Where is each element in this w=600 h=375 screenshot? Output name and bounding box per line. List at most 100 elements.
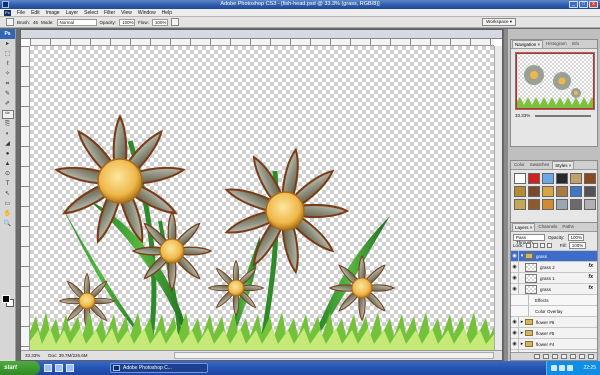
delete-layer-icon[interactable] [588,354,594,359]
menu-file[interactable]: File [17,10,25,16]
layer-row[interactable]: ◉ ▸ flower #6 [511,316,597,327]
image-canvas[interactable] [30,46,494,350]
tab-info[interactable]: Info [570,40,582,48]
lock-position-icon[interactable] [539,243,545,248]
tray-security-icon[interactable] [567,365,573,371]
menu-view[interactable]: View [121,10,132,16]
flow-field[interactable]: 100% [151,18,168,26]
layer-row[interactable]: ◉ ▸ flower #5 [511,327,597,338]
tab-swatches[interactable]: Swatches [528,161,552,169]
style-swatch[interactable] [584,186,596,197]
horizontal-ruler[interactable] [30,39,494,46]
minimize-button[interactable]: _ [569,1,578,8]
blend-mode-select[interactable]: Pass Through [513,234,545,245]
lasso-tool-icon[interactable]: ℓ [2,60,14,69]
style-swatch[interactable] [584,173,596,184]
quick-launch-desktop-icon[interactable] [44,364,52,372]
navigator-zoom-slider[interactable] [535,115,591,117]
gradient-tool-icon[interactable]: ● [2,150,14,159]
vertical-scrollbar[interactable] [494,46,502,350]
layer-row[interactable]: Effects [511,294,597,305]
airbrush-icon[interactable] [170,18,179,26]
visibility-eye-icon[interactable]: ◉ [511,284,519,294]
layer-fx-badge[interactable]: fx [589,274,593,280]
foreground-color-swatch[interactable] [2,295,10,303]
brush-tool-icon[interactable]: ✑ [1,110,14,119]
lock-transparency-icon[interactable] [525,243,531,248]
style-swatch[interactable] [528,199,540,210]
visibility-eye-icon[interactable] [521,295,529,305]
marquee-tool-icon[interactable]: ⬚ [2,50,14,59]
start-button[interactable]: start [0,361,40,375]
zoom-level[interactable]: 33.33% [25,353,40,358]
history-brush-tool-icon[interactable]: ◐ [2,130,14,139]
document-size[interactable]: Doc: 39.7M/226.6M [48,353,87,358]
layer-fx-badge[interactable]: fx [589,263,593,269]
style-swatch[interactable] [514,186,526,197]
navigator-zoom-value[interactable]: 33.33% [515,113,530,118]
blur-tool-icon[interactable]: ▲ [2,160,14,169]
horizontal-scrollbar[interactable] [174,352,494,359]
tab-histogram[interactable]: Histogram [544,40,569,48]
tray-volume-icon[interactable] [559,365,565,371]
visibility-eye-icon[interactable]: ◉ [511,273,519,283]
zoom-tool-icon[interactable]: 🔍 [2,220,14,229]
new-layer-icon[interactable] [579,354,585,359]
menu-help[interactable]: Help [162,10,172,16]
magic-wand-tool-icon[interactable]: ✧ [2,70,14,79]
menu-image[interactable]: Image [46,10,60,16]
quick-launch-media-icon[interactable] [66,364,74,372]
menu-window[interactable]: Window [138,10,156,16]
workspace-button[interactable]: Workspace ▾ [482,18,516,26]
visibility-eye-icon[interactable] [521,306,529,316]
navigator-thumbnail[interactable] [515,52,595,110]
dodge-tool-icon[interactable]: ⊙ [2,170,14,179]
fill-field[interactable]: 100% [568,242,587,249]
tab-color[interactable]: Color [512,161,527,169]
mode-select[interactable]: Normal [56,18,97,26]
layer-row[interactable]: ◉ grass 1 fx [511,272,597,283]
vertical-ruler[interactable] [21,46,30,350]
link-layers-icon[interactable] [534,354,540,359]
style-swatch[interactable] [570,173,582,184]
layer-fx-badge[interactable]: fx [589,285,593,291]
tab-navigator[interactable]: Navigation × [512,40,544,48]
visibility-eye-icon[interactable]: ◉ [511,262,519,272]
add-style-icon[interactable] [543,354,549,359]
hand-tool-icon[interactable]: ✋ [2,210,14,219]
type-tool-icon[interactable]: T [2,180,14,189]
style-swatch[interactable] [556,173,568,184]
taskbar-item-photoshop[interactable]: Adobe Photoshop C... [110,363,208,373]
opacity-field[interactable]: 100% [119,18,136,26]
tab-channels[interactable]: Channels [536,223,559,231]
add-mask-icon[interactable] [552,354,558,359]
layer-row[interactable]: ◉ grass 2 fx [511,261,597,272]
style-swatch[interactable] [542,186,554,197]
quick-launch-browser-icon[interactable] [55,364,63,372]
lock-pixels-icon[interactable] [532,243,538,248]
lock-all-icon[interactable] [546,243,552,248]
close-button[interactable]: x [589,1,598,8]
menu-select[interactable]: Select [84,10,98,16]
layer-row[interactable]: ◉ ▸ flower #4 [511,338,597,349]
menu-layer[interactable]: Layer [66,10,79,16]
path-selection-tool-icon[interactable]: ↖ [2,190,14,199]
style-swatch[interactable] [542,199,554,210]
new-group-icon[interactable] [570,354,576,359]
visibility-eye-icon[interactable]: ◉ [511,339,519,349]
style-swatch[interactable] [556,186,568,197]
crop-tool-icon[interactable]: ⌗ [2,80,14,89]
ps-menu-badge[interactable]: Ps [4,9,11,16]
style-swatch[interactable] [528,186,540,197]
menu-filter[interactable]: Filter [104,10,115,16]
shape-tool-icon[interactable]: ▭ [2,200,14,209]
tab-paths[interactable]: Paths [560,223,576,231]
clone-stamp-tool-icon[interactable]: ⎘ [2,120,14,129]
brush-tool-preset-icon[interactable] [6,18,14,26]
adjustment-layer-icon[interactable] [561,354,567,359]
menu-edit[interactable]: Edit [31,10,40,16]
eraser-tool-icon[interactable]: ◢ [2,140,14,149]
maximize-button[interactable]: □ [579,1,588,8]
brush-size[interactable]: 46 [33,20,38,25]
clock[interactable]: 22:25 [583,365,596,371]
